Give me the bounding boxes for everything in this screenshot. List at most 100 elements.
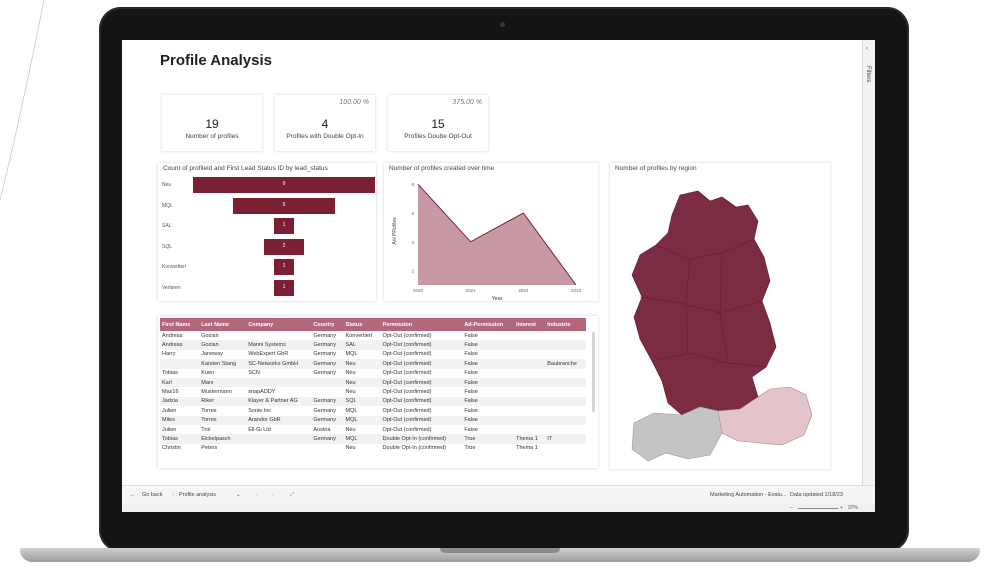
x-tick-label: 2023 [571,288,582,293]
table-cell: SAL [343,340,381,350]
funnel-bar[interactable]: 1 [273,279,295,296]
table-cell [545,340,586,350]
zoom-out-icon[interactable]: − [790,505,793,511]
prev-page-icon[interactable]: ‹ [256,492,258,498]
table-row[interactable]: Andreas Gozian Manni Systems Germany SAL Opt-… [160,340,586,350]
table-cell [246,434,312,444]
kpi-card-double-opt-out[interactable]: 375.00 % 15 Profiles Doube Opt-Out [388,95,488,151]
table-row[interactable]: Tobias Eickelpasch Germany MQL Double Opt-In… [160,434,586,444]
table-row[interactable]: Karsten Stang SC-Networks GmbH Germany Neu O… [160,359,586,369]
table-cell: Troi [201,426,211,433]
kpi-card-double-opt-in[interactable]: 100.00 % 4 Profiles with Double Opt-In [275,95,375,151]
area-chart[interactable]: Number of profiles created over time 202… [384,163,598,301]
filters-pane[interactable]: ‹ Filters [862,40,875,485]
go-back-button[interactable]: Go back [142,492,162,498]
kpi-label: Profiles with Double Opt-In [286,133,364,140]
region-map[interactable]: Number of profiles by region [610,163,830,469]
table-cell: snapADDY [248,389,276,396]
zoom-slider[interactable] [798,508,838,509]
funnel-bar[interactable]: 9 [193,177,375,193]
table-row[interactable]: Miles Torres Arandor GbR Germany MQL Opt-Out … [160,415,586,425]
y-tick-label: 2 [411,269,414,274]
table-cell: False [462,359,515,369]
expand-icon[interactable]: ⤢ [290,492,294,499]
area-chart-plot: 2020 2021 2022 2023 2 4 6 8 Year Anl PRofiles [392,182,582,301]
zoom-in-icon[interactable]: + [840,505,843,511]
column-header[interactable]: First Name [160,318,200,331]
table-row[interactable]: Andreas Gozian Germany Konvertiert Opt-Out (… [160,331,586,340]
table-row[interactable]: Jadzia Riker Klayer & Partner AG Germany SQL… [160,396,586,407]
kpi-value: 15 [431,117,445,131]
table-cell: Opt-Out (confirmed) [382,407,432,414]
column-header[interactable]: Country [311,318,344,331]
page-title: Profile Analysis [160,52,272,69]
funnel-body: Neu 9 MQL 5 SAL 1 SQL 2 Konvertiert 1 Verloren 1 [158,163,376,301]
y-tick-label: 8 [411,182,414,187]
funnel-stage-label: MQL [162,202,173,209]
table-cell: Marx [199,377,247,388]
column-header[interactable]: Last Name [199,318,247,331]
table-cell: False [462,377,515,388]
table-cell: Karl [160,377,200,388]
report-name: Marketing Automation - Evalu... [710,492,787,498]
kpi-label: Profiles Doube Opt-Out [404,133,472,140]
x-axis-label: Year [491,296,502,301]
funnel-bar[interactable]: 2 [263,238,305,255]
table-cell [545,350,586,359]
table-cell: Neu [345,389,356,396]
table-cell: False [462,340,515,350]
funnel-bar[interactable]: 1 [273,259,295,275]
y-tick-label: 6 [411,211,414,216]
next-page-icon[interactable]: › [272,492,274,498]
table-cell: SC-Networks GmbH [246,359,312,369]
switzerland-region[interactable] [631,406,723,462]
table-row[interactable]: Julien Torres Sonie Inc Germany MQL Opt-Out (… [160,406,586,415]
table-cell: Janeway [201,351,223,358]
column-header[interactable]: Interest [514,318,546,331]
table-row[interactable]: Tobias Kuen SCN Germany Neu Opt-Out (confirme… [160,369,586,378]
column-header[interactable]: Permission [380,318,463,331]
table-cell [514,425,545,434]
page-tab[interactable]: Profile analysis [179,492,216,498]
profiles-table[interactable]: First Name Last Name Company Country Status P… [158,316,598,468]
kpi-percent: 375.00 % [452,99,482,106]
funnel-bar-value: 1 [282,263,286,269]
table-cell [545,444,586,453]
table-cell: Thema 1 [516,445,538,452]
table-row[interactable]: Julien Troi Ell-Gi Ltd Austria Neu Opt-Out (c… [160,425,586,434]
funnel-bar[interactable]: 1 [273,218,295,234]
kpi-card-profiles[interactable]: 19 Number of profiles [162,95,262,151]
collapse-arrow-icon[interactable]: ‹ [866,46,868,52]
table-cell [311,377,344,388]
table-cell: Konvertiert [345,332,373,339]
funnel-chart[interactable]: Count of profileid and First Lead Status… [158,163,376,301]
chevron-down-icon[interactable]: ⌄ [236,492,241,498]
table-cell: Torres [199,415,247,425]
table-cell: Miles [160,415,200,425]
column-header[interactable]: Ad-Permission [462,318,515,331]
funnel-bar-value: 1 [282,283,286,290]
funnel-bar-value: 9 [282,181,286,187]
filters-label: Filters [865,66,871,83]
table-cell: Germany [313,370,336,377]
table-row[interactable]: Christin Peters Neu Double Opt-In (confirme… [160,444,586,453]
table-cell: False [464,389,478,396]
funnel-stage-label: SAL [162,223,172,229]
back-arrow-icon[interactable]: ← [130,492,136,498]
column-header[interactable]: Company [246,318,312,331]
table-cell: False [464,351,478,358]
table-cell: Neu [345,370,356,377]
table-cell: Germany [311,359,344,369]
table-cell: True [464,445,476,452]
funnel-stage-label: Verloren [162,284,181,291]
column-header[interactable]: Industrie [545,318,586,331]
column-header[interactable]: Status [343,318,381,331]
funnel-bar[interactable]: 5 [233,197,335,214]
table-cell: Jadzia [160,396,200,407]
table-row[interactable]: Max16 Mustermann snapADDY Neu Opt-Out (confi… [160,387,586,396]
kpi-label: Number of profiles [185,133,239,140]
table-row[interactable]: Karl Marx Neu Opt-Out (confirmed) False [160,377,586,388]
table-cell: Opt-Out (confirmed) [380,396,463,407]
table-row[interactable]: Harry Janeway WebExpert GbR Germany MQL Opt-O… [160,350,586,359]
table-scrollbar[interactable] [592,332,595,412]
